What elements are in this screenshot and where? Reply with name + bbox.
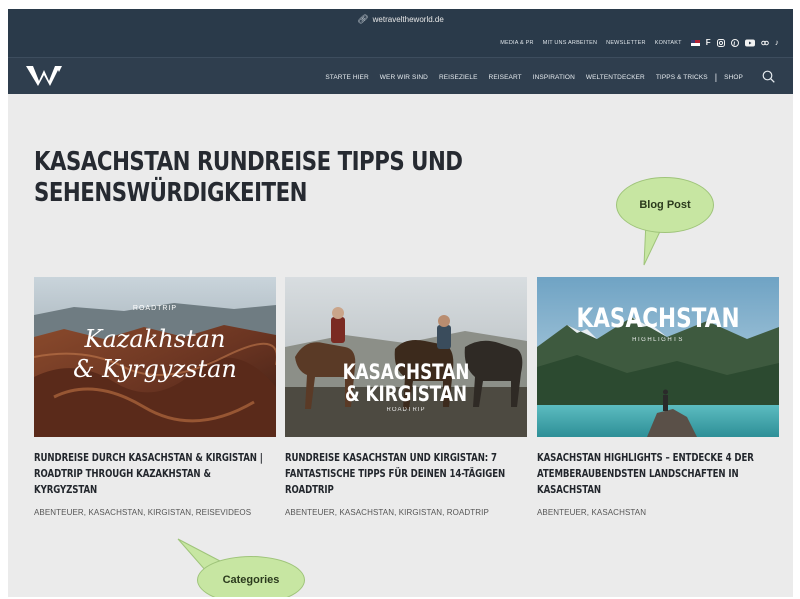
instagram-icon[interactable] xyxy=(716,38,725,47)
post-categories[interactable]: Abenteuer, Kasachstan xyxy=(537,506,779,519)
post-categories[interactable]: Abenteuer, Kasachstan, Kirgistan, Roadtr… xyxy=(285,506,527,519)
image-text-line2: & KIRGISTAN xyxy=(344,382,468,406)
image-kicker: ROADTRIP xyxy=(386,407,426,413)
image-text-line1: Kazakhstan xyxy=(84,325,226,353)
pinterest-icon[interactable] xyxy=(730,38,739,47)
nav-item-shop[interactable]: Shop xyxy=(724,74,743,81)
nav-item-reiseart[interactable]: Reiseart xyxy=(489,74,522,81)
categories-annotation: Categories xyxy=(197,556,305,597)
post-thumbnail[interactable]: KASACHSTAN & KIRGISTAN ROADTRIP xyxy=(285,277,527,437)
post-title[interactable]: Kasachstan Highlights – Entdecke 4 der a… xyxy=(537,450,779,498)
nav-item-weltentdecker[interactable]: Weltentdecker xyxy=(586,74,645,81)
image-text-line2: & Kyrgyzstan xyxy=(73,355,237,383)
link-icon[interactable] xyxy=(760,39,769,47)
utility-link-newsletter[interactable]: Newsletter xyxy=(606,40,646,46)
nav-item-starte-hier[interactable]: Starte hier xyxy=(325,74,368,81)
utility-link-kontakt[interactable]: Kontakt xyxy=(655,40,682,46)
nav-item-reiseziele[interactable]: Reiseziele xyxy=(439,74,478,81)
flag-icon[interactable] xyxy=(690,39,700,46)
nav-item-tipps-tricks[interactable]: Tipps & Tricks xyxy=(656,74,708,81)
logo-icon[interactable] xyxy=(26,64,62,88)
image-kicker: HIGHLIGHTS xyxy=(632,337,684,343)
youtube-icon[interactable] xyxy=(744,39,755,47)
post-title[interactable]: Rundreise durch Kasachstan & Kirgistan |… xyxy=(34,450,276,498)
post-thumbnail[interactable]: KASACHSTAN HIGHLIGHTS xyxy=(537,277,779,437)
utility-link-media[interactable]: Media & PR xyxy=(500,40,533,46)
facebook-icon[interactable]: f xyxy=(706,38,711,47)
image-text-line1: KASACHSTAN xyxy=(342,360,470,384)
page: 🔗︎ wetraveltheworld.de Media & PR Mit un… xyxy=(8,9,793,597)
tiktok-icon[interactable]: ♪ xyxy=(775,38,779,47)
post-thumbnail[interactable]: ROADTRIP Kazakhstan & Kyrgyzstan xyxy=(34,277,276,437)
utility-link-work[interactable]: Mit uns arbeiten xyxy=(543,40,597,46)
nav-separator: | xyxy=(714,72,718,82)
search-icon[interactable] xyxy=(762,70,775,83)
url-bar[interactable]: 🔗︎ wetraveltheworld.de xyxy=(8,9,793,29)
blog-post-card[interactable]: KASACHSTAN HIGHLIGHTS Kasachstan Highlig… xyxy=(537,277,779,519)
post-title[interactable]: Rundreise Kasachstan und Kirgistan: 7 fa… xyxy=(285,450,527,498)
nav-item-wer-wir-sind[interactable]: Wer wir sind xyxy=(380,74,428,81)
image-text-line1: KASACHSTAN xyxy=(576,303,740,334)
blog-post-annotation: Blog Post xyxy=(616,177,714,233)
nav-item-inspiration[interactable]: Inspiration xyxy=(533,74,575,81)
social-links: f ♪ xyxy=(690,38,779,47)
page-title: KASACHSTAN RUNDREISE TIPPS UND SEHENSWÜR… xyxy=(34,147,463,208)
image-kicker: ROADTRIP xyxy=(132,305,178,312)
link-icon: 🔗︎ xyxy=(357,13,369,24)
blog-post-card[interactable]: ROADTRIP Kazakhstan & Kyrgyzstan Rundrei… xyxy=(34,277,276,519)
post-categories[interactable]: Abenteuer, Kasachstan, Kirgistan, Reisev… xyxy=(34,506,276,519)
main-navbar: Starte hier Wer wir sind Reiseziele Reis… xyxy=(8,57,793,94)
blog-post-card[interactable]: KASACHSTAN & KIRGISTAN ROADTRIP Rundreis… xyxy=(285,277,527,519)
utility-bar: Media & PR Mit uns arbeiten Newsletter K… xyxy=(8,29,793,57)
url-text: wetraveltheworld.de xyxy=(372,14,444,24)
